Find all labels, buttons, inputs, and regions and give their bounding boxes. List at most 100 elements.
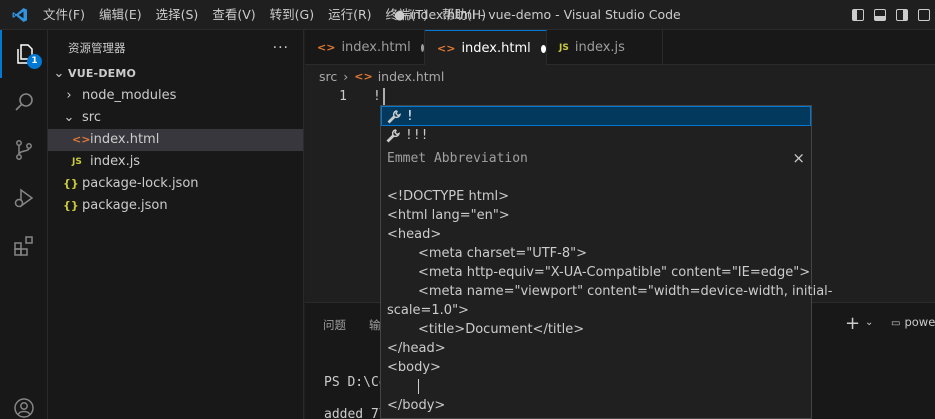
details-line: <head> [387, 227, 442, 242]
html-file-icon: <> [72, 133, 91, 146]
suggest-widget: ! !!! [380, 105, 812, 147]
menu-edit[interactable]: 编辑(E) [92, 0, 149, 30]
breadcrumb: src › <> index.html [305, 65, 935, 87]
menu-view[interactable]: 查看(V) [205, 0, 262, 30]
line-number: 1 [339, 89, 347, 104]
folder-root-label: VUE-DEMO [68, 67, 137, 80]
breadcrumb-folder[interactable]: src [319, 69, 337, 84]
details-line: <meta http-equiv="X-UA-Compatible" conte… [418, 265, 811, 280]
details-line: <!DOCTYPE html> [387, 189, 509, 204]
breadcrumb-file[interactable]: index.html [378, 69, 445, 84]
menu-file[interactable]: 文件(F) [36, 0, 92, 30]
close-icon[interactable]: × [792, 149, 805, 167]
tree-item-package-lock-json[interactable]: {} package-lock.json [48, 173, 303, 195]
search-icon [15, 93, 33, 111]
details-line: <body> [387, 360, 441, 375]
toggle-panel-button[interactable] [869, 0, 891, 30]
explorer-badge: 1 [27, 54, 42, 69]
json-file-icon: {} [63, 177, 79, 190]
html-file-icon: <> [437, 42, 456, 55]
tab-index-js[interactable]: JS index.js [547, 30, 663, 65]
account-button[interactable] [0, 384, 48, 419]
html-file-icon: <> [354, 69, 373, 83]
tree-item-src[interactable]: ⌄ src [48, 107, 303, 129]
tab-index-html-2[interactable]: <> index.html [425, 30, 547, 66]
panel-layout-icon [874, 9, 886, 21]
code-line[interactable]: ! [373, 87, 381, 106]
suggestion-label: !!! [405, 128, 429, 143]
tab-label: index.js [574, 40, 625, 55]
details-cursor-line [387, 377, 811, 396]
new-terminal-button[interactable]: + [845, 313, 860, 334]
layout-controls [847, 0, 935, 30]
text-cursor [383, 88, 385, 105]
menu-bar: 文件(F) 编辑(E) 选择(S) 查看(V) 转到(G) 运行(R) 终端(T… [36, 0, 493, 30]
search-button[interactable] [0, 78, 48, 126]
json-file-icon: {} [63, 199, 79, 212]
customize-layout-button[interactable] [913, 0, 935, 30]
chevron-right-icon: › [343, 68, 349, 84]
menu-run[interactable]: 运行(R) [321, 0, 378, 30]
menu-help[interactable]: 帮助(H) [435, 0, 493, 30]
explorer-sidebar: 资源管理器 ··· ⌄ VUE-DEMO › node_modules ⌄ sr… [48, 30, 304, 419]
tree-item-node-modules[interactable]: › node_modules [48, 85, 303, 107]
unsaved-dot-icon[interactable] [420, 43, 424, 52]
tree-item-package-json[interactable]: {} package.json [48, 195, 303, 217]
js-file-icon: JS [72, 157, 82, 167]
explorer-button[interactable]: 1 [0, 30, 48, 78]
menu-terminal[interactable]: 终端(T) [379, 0, 435, 30]
sidebar-title: 资源管理器 [68, 40, 126, 55]
run-debug-button[interactable] [0, 174, 48, 222]
details-line: <meta charset="UTF-8"> [418, 246, 587, 261]
chevron-right-icon: › [66, 88, 72, 103]
suggestion-item[interactable]: ! [381, 106, 811, 126]
secondary-sidebar-layout-icon [896, 9, 908, 21]
js-file-icon: JS [559, 42, 569, 53]
activity-bar: 1 [0, 30, 48, 419]
chevron-down-icon: ⌄ [53, 66, 65, 81]
tree-item-label: index.js [90, 154, 141, 169]
chevron-down-icon[interactable]: ⌄ [865, 317, 873, 328]
tree-item-label: index.html [90, 132, 160, 147]
more-actions-button[interactable]: ··· [273, 40, 289, 56]
unsaved-dot-icon[interactable] [540, 44, 546, 53]
run-debug-icon [14, 188, 34, 208]
html-file-icon: <> [317, 41, 336, 54]
folder-root[interactable]: ⌄ VUE-DEMO [48, 63, 303, 85]
sidebar-layout-icon [852, 9, 864, 21]
source-control-button[interactable] [0, 126, 48, 174]
toggle-primary-sidebar-button[interactable] [847, 0, 869, 30]
details-line: <title>Document</title> [418, 322, 585, 337]
details-line: <meta name="viewport" content="width=dev… [418, 284, 833, 299]
menu-go[interactable]: 转到(G) [263, 0, 321, 30]
tree-item-label: package-lock.json [82, 176, 199, 191]
tab-problems[interactable]: 问题 [323, 317, 346, 333]
tab-output[interactable]: 输 [369, 317, 381, 333]
toggle-secondary-sidebar-button[interactable] [891, 0, 913, 30]
tab-index-html-1[interactable]: <> index.html [305, 30, 425, 65]
suggestion-item[interactable]: !!! [381, 126, 811, 146]
wrench-icon [387, 110, 401, 124]
tree-item-index-js[interactable]: JS index.js [48, 151, 303, 173]
menu-selection[interactable]: 选择(S) [149, 0, 206, 30]
tab-label: index.html [461, 41, 531, 56]
tree-item-label: src [82, 110, 101, 125]
account-icon [14, 398, 34, 418]
vscode-logo-icon [12, 8, 27, 22]
terminal-tab-label: power [904, 315, 935, 329]
tab-label: index.html [341, 40, 411, 55]
terminal-icon: ▭ [891, 318, 901, 329]
title-bar: 文件(F) 编辑(E) 选择(S) 查看(V) 转到(G) 运行(R) 终端(T… [0, 0, 935, 30]
tree-item-label: node_modules [82, 88, 177, 103]
tree-item-index-html[interactable]: <> index.html [48, 129, 303, 151]
extensions-button[interactable] [0, 222, 48, 270]
terminal-instance-tab[interactable]: ▭power [891, 315, 935, 329]
grid-layout-icon [918, 9, 930, 21]
tree-item-label: package.json [82, 198, 168, 213]
source-control-icon [16, 140, 32, 160]
details-body: <!DOCTYPE html> <html lang="en"> <head> … [387, 187, 833, 415]
details-line: </body> [387, 398, 446, 413]
tab-stop-cursor [418, 379, 419, 394]
details-line: </head> [387, 341, 446, 356]
terminal-line: PS D:\Co [324, 375, 387, 390]
